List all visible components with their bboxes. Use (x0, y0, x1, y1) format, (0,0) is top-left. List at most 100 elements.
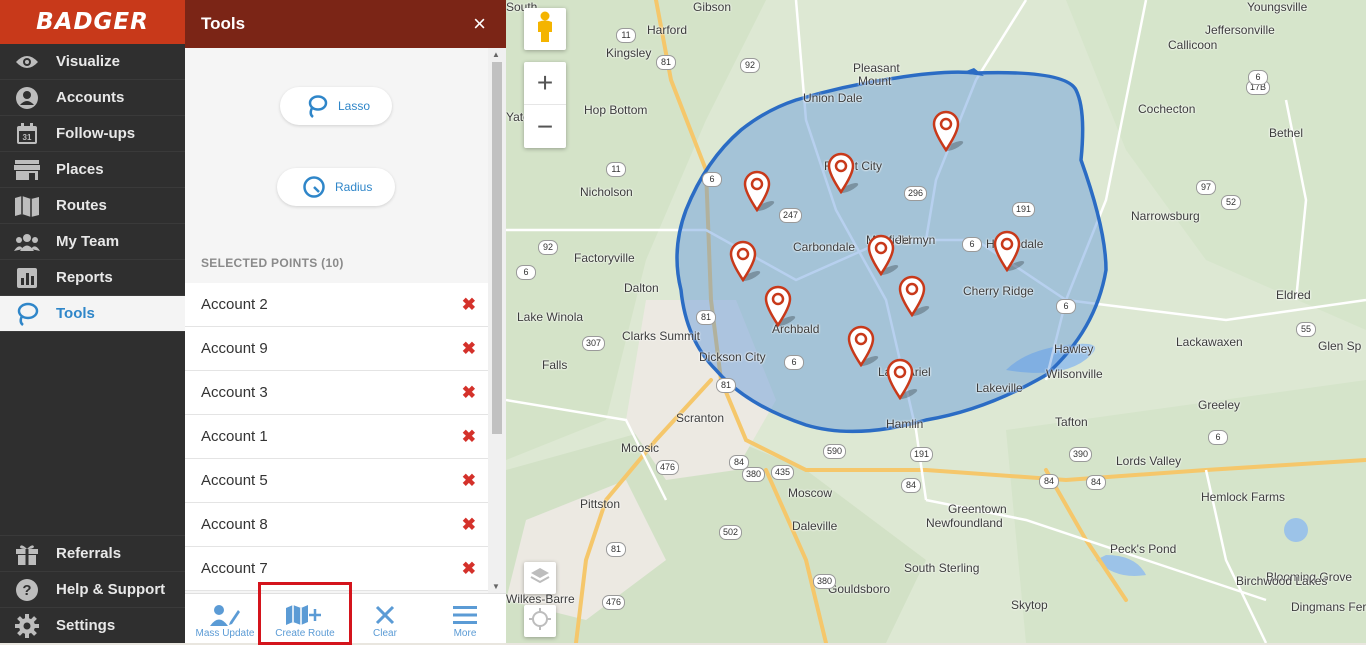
account-marker-icon[interactable] (932, 110, 964, 153)
map-label: Gouldsboro (828, 582, 891, 596)
list-item[interactable]: Account 5 ✖ (185, 459, 488, 503)
remove-icon[interactable]: ✖ (462, 339, 476, 359)
nav-item-label: Follow-ups (56, 125, 136, 142)
gear-icon (13, 613, 41, 638)
close-icon (375, 602, 395, 628)
list-item[interactable]: Account 9 ✖ (185, 327, 488, 371)
account-marker-icon[interactable] (898, 275, 930, 318)
nav-item-tools[interactable]: Tools (0, 296, 185, 332)
nav-item-label: Referrals (56, 545, 122, 562)
nav-item-label: Reports (56, 269, 113, 286)
nav-item-referrals[interactable]: Referrals (0, 535, 185, 571)
map-view[interactable]: South Gibson Harford Kingsley Pleasant M… (506, 0, 1366, 643)
lasso-label: Lasso (338, 99, 371, 113)
account-marker-icon[interactable] (847, 325, 879, 368)
radius-icon (303, 176, 325, 198)
close-icon[interactable]: × (473, 11, 486, 37)
map-canvas (506, 0, 1366, 643)
street-view-button[interactable] (524, 8, 566, 50)
layers-button[interactable] (524, 562, 556, 594)
panel-header: Tools × (185, 0, 506, 48)
tools-panel: Tools × Lasso Radius SELECTED POINTS (10… (185, 0, 506, 643)
map-plus-icon (285, 602, 325, 628)
route-shield: 84 (1086, 475, 1106, 490)
account-marker-icon[interactable] (993, 230, 1025, 273)
map-label: Factoryville (574, 251, 635, 265)
layers-icon (530, 567, 550, 590)
mass-update-button[interactable]: Mass Update (185, 594, 265, 644)
nav-item-routes[interactable]: Routes (0, 188, 185, 224)
list-item[interactable]: Account 2 ✖ (185, 283, 488, 327)
nav-item-follow-ups[interactable]: 31 Follow-ups (0, 116, 185, 152)
point-label: Account 3 (201, 384, 268, 401)
remove-icon[interactable]: ✖ (462, 559, 476, 579)
radius-button[interactable]: Radius (277, 168, 395, 206)
list-item[interactable]: Account 7 ✖ (185, 547, 488, 591)
map-label: Skytop (1011, 598, 1048, 612)
map-label: Dalton (624, 281, 659, 295)
create-route-label: Create Route (275, 628, 335, 639)
nav-item-help-support[interactable]: ? Help & Support (0, 571, 185, 607)
map-label: Scranton (676, 411, 725, 425)
nav-item-label: Routes (56, 197, 107, 214)
nav-item-reports[interactable]: Reports (0, 260, 185, 296)
list-item[interactable]: Account 3 ✖ (185, 371, 488, 415)
map-label: Jermyn (896, 233, 936, 247)
route-shield: 6 (1056, 299, 1076, 314)
scroll-down-icon[interactable]: ▼ (492, 582, 500, 591)
map-label: Harford (647, 23, 688, 37)
route-shield: 6 (516, 265, 536, 280)
point-label: Account 8 (201, 516, 268, 533)
nav-item-visualize[interactable]: Visualize (0, 44, 185, 80)
panel-scrollbar[interactable]: ▲ ▼ (488, 48, 506, 593)
point-label: Account 5 (201, 472, 268, 489)
scroll-thumb[interactable] (492, 62, 502, 434)
scroll-up-icon[interactable]: ▲ (492, 50, 500, 59)
account-marker-icon[interactable] (743, 170, 775, 213)
account-marker-icon[interactable] (827, 152, 859, 195)
nav-item-settings[interactable]: Settings (0, 607, 185, 643)
account-marker-icon[interactable] (867, 234, 899, 277)
nav-item-label: Accounts (56, 89, 125, 106)
lasso-icon (13, 302, 41, 326)
nav-item-places[interactable]: Places (0, 152, 185, 188)
map-label: Nicholson (580, 185, 633, 199)
list-item[interactable]: Account 1 ✖ (185, 415, 488, 459)
route-shield: 6 (962, 237, 982, 252)
account-marker-icon[interactable] (764, 285, 796, 328)
my-location-button[interactable] (524, 605, 556, 637)
map-label: Hemlock Farms (1201, 490, 1286, 504)
more-button[interactable]: More (425, 594, 505, 644)
sidebar-nav: BADGER Visualize Accounts 31 Follow-ups … (0, 0, 185, 643)
lasso-button[interactable]: Lasso (280, 87, 392, 125)
map-label: Clarks Summit (622, 329, 701, 343)
panel-body: Lasso Radius SELECTED POINTS (10) Accoun… (185, 48, 488, 593)
remove-icon[interactable]: ✖ (462, 427, 476, 447)
account-marker-icon[interactable] (886, 358, 918, 401)
remove-icon[interactable]: ✖ (462, 515, 476, 535)
zoom-in-button[interactable]: + (524, 62, 566, 105)
route-shield: 11 (616, 28, 636, 43)
nav-item-accounts[interactable]: Accounts (0, 80, 185, 116)
nav-item-my-team[interactable]: My Team (0, 224, 185, 260)
map-label: Dingmans Ferry (1291, 600, 1366, 614)
create-route-button[interactable]: Create Route (265, 594, 345, 644)
calendar-icon: 31 (13, 122, 41, 146)
account-marker-icon[interactable] (729, 240, 761, 283)
list-item[interactable]: Account 8 ✖ (185, 503, 488, 547)
remove-icon[interactable]: ✖ (462, 295, 476, 315)
remove-icon[interactable]: ✖ (462, 471, 476, 491)
zoom-out-button[interactable]: − (524, 105, 566, 148)
remove-icon[interactable]: ✖ (462, 383, 476, 403)
route-shield: 6 (1248, 70, 1268, 85)
selected-points-title: SELECTED POINTS (10) (201, 256, 344, 270)
map-label: Mount (858, 74, 892, 88)
route-shield: 307 (582, 336, 606, 351)
route-shield: 81 (716, 378, 736, 393)
route-shield: 6 (784, 355, 804, 370)
map-label: Bethel (1269, 126, 1304, 140)
route-shield: 380 (813, 574, 837, 589)
radius-label: Radius (335, 180, 373, 194)
route-shield: 84 (1039, 474, 1059, 489)
clear-button[interactable]: Clear (345, 594, 425, 644)
